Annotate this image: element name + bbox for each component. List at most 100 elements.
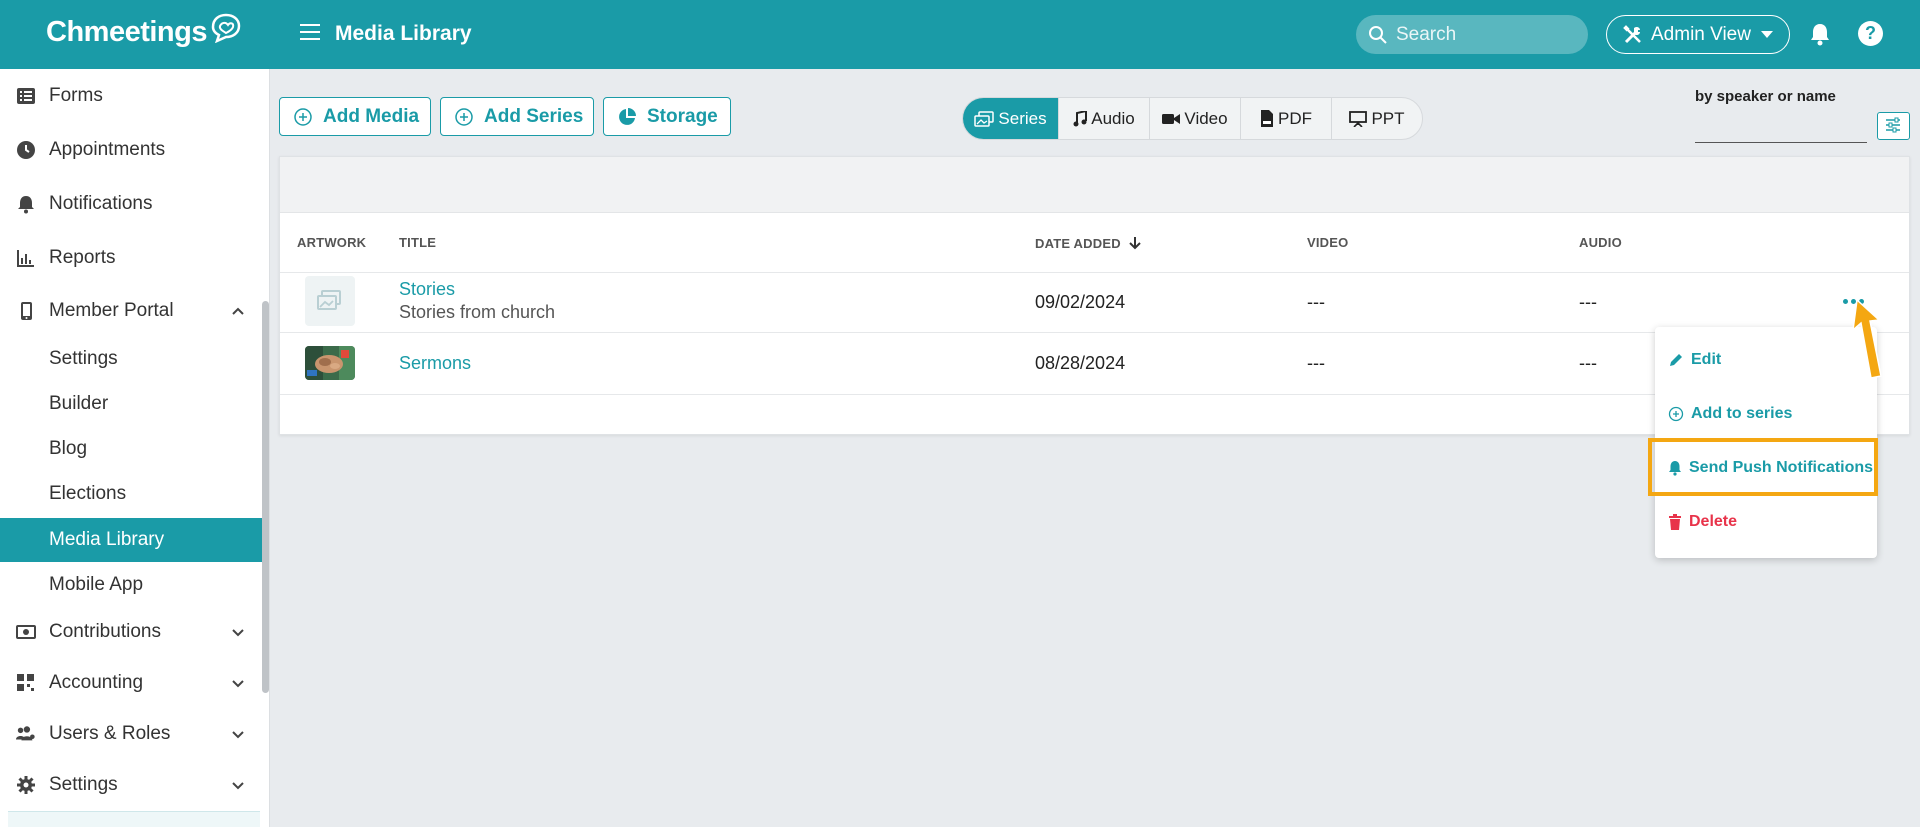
storage-button[interactable]: Storage xyxy=(603,97,731,136)
sliders-icon xyxy=(1886,117,1900,133)
sidebar-item-label: Member Portal xyxy=(49,300,174,321)
sidebar-item-contributions[interactable]: Contributions xyxy=(0,610,262,654)
sidebar-item-users-roles[interactable]: Users & Roles xyxy=(0,712,262,756)
sidebar-subitem-label: Elections xyxy=(49,483,127,504)
sidebar-subitem-label: Settings xyxy=(49,348,118,369)
add-media-button[interactable]: Add Media xyxy=(279,97,431,136)
sidebar-item-label: Forms xyxy=(49,85,103,106)
phone-icon xyxy=(21,302,32,320)
bell-icon xyxy=(18,196,34,214)
tab-video[interactable]: Video xyxy=(1150,98,1241,139)
tab-pdf[interactable]: PDF xyxy=(1241,98,1332,139)
sidebar-subitem-mobile-app[interactable]: Mobile App xyxy=(0,563,262,607)
pointer-arrow-icon xyxy=(1851,298,1882,379)
sidebar-item-label: Notifications xyxy=(49,193,153,214)
tab-label: Series xyxy=(998,108,1047,128)
top-bar: Chmeetings Media Library Search Admin Vi… xyxy=(0,0,1920,69)
grid-icon xyxy=(17,674,34,691)
admin-view-dropdown[interactable]: Admin View xyxy=(1606,15,1790,54)
sidebar-item-label: Users & Roles xyxy=(49,723,171,744)
sidebar-subitem-settings[interactable]: Settings xyxy=(0,337,262,381)
artwork-placeholder[interactable] xyxy=(305,276,355,326)
table-row-title-link[interactable]: Stories xyxy=(399,279,455,300)
sidebar-item-notifications[interactable]: Notifications xyxy=(0,182,262,226)
gear-icon xyxy=(17,776,35,794)
chevron-up-icon xyxy=(232,307,244,315)
sidebar-scrollbar[interactable] xyxy=(262,301,269,693)
plus-circle-icon xyxy=(1668,406,1684,422)
sidebar-item-appointments[interactable]: Appointments xyxy=(0,128,262,172)
column-header-artwork: ARTWORK xyxy=(297,235,367,250)
filter-label: by speaker or name xyxy=(1695,88,1836,105)
trash-icon xyxy=(1669,514,1681,530)
tab-ppt[interactable]: PPT xyxy=(1332,98,1422,139)
filter-input[interactable] xyxy=(1695,142,1867,143)
sidebar-item-reports[interactable]: Reports xyxy=(0,236,262,280)
column-header-audio: AUDIO xyxy=(1579,235,1622,250)
add-media-label: Add Media xyxy=(323,105,420,127)
clock-icon xyxy=(17,141,35,159)
search-input[interactable]: Search xyxy=(1356,15,1588,54)
sidebar-item-label: Reports xyxy=(49,247,116,268)
tab-label: Video xyxy=(1184,108,1228,128)
table-row-title-link[interactable]: Sermons xyxy=(399,353,471,374)
sidebar-item-settings[interactable]: Settings xyxy=(0,763,262,807)
storage-label: Storage xyxy=(647,105,718,127)
forms-icon xyxy=(17,88,35,104)
table-row-audio: --- xyxy=(1579,292,1597,312)
pdf-file-icon xyxy=(1261,110,1273,127)
table-row-video: --- xyxy=(1307,353,1325,373)
sidebar-subitem-blog[interactable]: Blog xyxy=(0,427,262,471)
sidebar: Forms Appointments Notifications Reports… xyxy=(0,69,270,827)
table-row-date: 09/02/2024 xyxy=(1035,292,1126,312)
sidebar-item-label: Accounting xyxy=(49,672,144,693)
table-row-audio: --- xyxy=(1579,353,1597,373)
sidebar-item-forms[interactable]: Forms xyxy=(0,74,262,118)
column-header-title[interactable]: TITLE xyxy=(399,235,436,250)
arrow-down-icon xyxy=(1129,237,1141,250)
music-note-icon xyxy=(1073,110,1088,126)
page-title: Media Library xyxy=(335,22,472,45)
tab-label: Audio xyxy=(1091,108,1135,128)
sidebar-item-member-portal[interactable]: Member Portal xyxy=(0,289,262,333)
chevron-down-icon xyxy=(1760,31,1773,38)
artwork-thumbnail[interactable] xyxy=(305,346,355,380)
menu-item-edit[interactable]: Edit xyxy=(1668,351,1721,369)
sidebar-item-accounting[interactable]: Accounting xyxy=(0,661,262,705)
sidebar-subitem-label: Builder xyxy=(49,393,109,414)
media-type-tabs: Series Audio Video PDF PPT xyxy=(962,97,1423,140)
users-icon xyxy=(16,726,35,741)
admin-view-label: Admin View xyxy=(1651,23,1751,45)
notifications-bell-icon[interactable] xyxy=(1809,22,1831,46)
tab-label: PPT xyxy=(1371,108,1405,128)
sidebar-subitem-label: Mobile App xyxy=(49,574,144,595)
column-header-date-added[interactable]: DATE ADDED xyxy=(1035,235,1143,251)
sidebar-item-label: Appointments xyxy=(49,139,166,160)
table-toolbar xyxy=(280,157,1909,213)
sidebar-item-label: Contributions xyxy=(49,621,161,642)
presentation-icon xyxy=(1349,110,1368,127)
hamburger-menu-icon[interactable] xyxy=(300,23,322,41)
search-placeholder: Search xyxy=(1396,23,1457,45)
chevron-down-icon xyxy=(232,680,244,688)
row-divider xyxy=(280,272,1909,273)
menu-item-add-to-series[interactable]: Add to series xyxy=(1668,405,1792,423)
sidebar-footer xyxy=(8,811,260,827)
pie-chart-icon xyxy=(619,107,636,125)
sidebar-subitem-builder[interactable]: Builder xyxy=(0,382,262,426)
chart-icon xyxy=(17,250,34,267)
video-camera-icon xyxy=(1162,113,1181,124)
logo[interactable]: Chmeetings xyxy=(46,13,241,49)
filter-settings-button[interactable] xyxy=(1877,112,1910,140)
logo-bubble-icon xyxy=(211,13,241,43)
tab-series[interactable]: Series xyxy=(963,98,1059,139)
add-series-button[interactable]: Add Series xyxy=(440,97,594,136)
menu-item-delete[interactable]: Delete xyxy=(1668,513,1737,531)
sidebar-subitem-media-library[interactable]: Media Library xyxy=(0,518,262,562)
help-button[interactable]: ? xyxy=(1858,21,1883,46)
tools-icon xyxy=(1623,24,1641,43)
table-row-subtitle: Stories from church xyxy=(399,302,556,322)
tab-audio[interactable]: Audio xyxy=(1059,98,1150,139)
menu-item-label: Edit xyxy=(1691,351,1722,368)
sidebar-subitem-elections[interactable]: Elections xyxy=(0,472,262,516)
